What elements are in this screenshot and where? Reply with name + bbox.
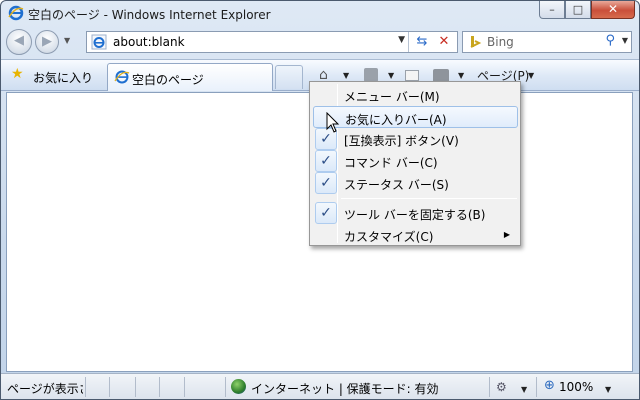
- address-bar[interactable]: about:blank ▼ ⇆ ✕: [86, 31, 458, 53]
- new-tab-button[interactable]: [275, 65, 303, 89]
- search-input[interactable]: Bing: [487, 35, 514, 49]
- menu-item-compat-view-button[interactable]: ✓ [互換表示] ボタン(V): [313, 128, 518, 150]
- refresh-button[interactable]: ⇆: [412, 33, 432, 51]
- maximize-button[interactable]: □: [565, 1, 591, 19]
- back-arrow-icon: ◀: [14, 33, 24, 48]
- zoom-level[interactable]: 100%: [559, 380, 593, 394]
- menu-item-lock-toolbars[interactable]: ✓ ツール バーを固定する(B): [313, 202, 518, 224]
- caption-buttons: – □ ✕: [539, 1, 635, 19]
- search-options-dropdown-icon[interactable]: ▼: [622, 36, 628, 45]
- forward-arrow-icon: ▶: [42, 34, 52, 49]
- mail-icon[interactable]: [405, 70, 419, 81]
- favorites-label: お気に入り: [33, 71, 94, 85]
- search-box[interactable]: Bing ⚲ ▼: [462, 31, 632, 53]
- internet-globe-icon: [231, 379, 246, 394]
- checkmark-icon: ✓: [315, 202, 337, 224]
- zoom-dropdown-icon[interactable]: ▼: [605, 385, 611, 394]
- close-button[interactable]: ✕: [591, 1, 635, 19]
- menu-separator: [341, 198, 517, 199]
- forward-button[interactable]: ▶: [35, 30, 59, 54]
- menu-item-menu-bar[interactable]: メニュー バー(M): [313, 84, 518, 106]
- maximize-icon: □: [572, 3, 584, 16]
- menu-item-label: ツール バーを固定する(B): [344, 208, 486, 222]
- status-separator: [489, 377, 490, 397]
- zoom-icon[interactable]: ⊕: [544, 378, 555, 393]
- bing-icon: [468, 35, 482, 49]
- status-separator: [135, 377, 136, 397]
- submenu-arrow-icon: ▶: [503, 230, 510, 239]
- minimize-icon: –: [549, 3, 555, 16]
- page-ie-icon: [91, 34, 107, 50]
- status-separator: [109, 377, 110, 397]
- status-separator: [184, 377, 185, 397]
- status-separator: [85, 377, 86, 397]
- stop-button[interactable]: ✕: [434, 33, 454, 51]
- navigation-bar: ◀ ▶ ▼ about:blank ▼ ⇆ ✕ Bing ⚲ ▼: [1, 27, 639, 57]
- security-zone-text[interactable]: インターネット | 保護モード: 有効: [251, 380, 439, 397]
- checkmark-icon: ✓: [315, 150, 337, 172]
- search-icon[interactable]: ⚲: [605, 33, 615, 48]
- status-bar: ページが表示さ インターネット | 保護モード: 有効 ⚙ ▼ ⊕ 100% ▼: [1, 373, 639, 399]
- close-icon: ✕: [607, 2, 619, 16]
- print-dropdown-icon[interactable]: ▼: [458, 71, 464, 80]
- mouse-cursor-icon: [326, 112, 340, 133]
- popup-settings-icon[interactable]: ⚙: [496, 380, 507, 394]
- minimize-button[interactable]: –: [539, 1, 565, 19]
- favorites-button[interactable]: ★ お気に入り: [9, 65, 93, 87]
- menu-item-label: お気に入りバー(A): [345, 113, 447, 127]
- favorites-star-icon: ★: [11, 66, 24, 82]
- tab-blank-page[interactable]: 空白のページ: [107, 63, 273, 91]
- feeds-icon[interactable]: [364, 68, 378, 82]
- menu-item-label: ステータス バー(S): [344, 178, 449, 192]
- address-dropdown-icon[interactable]: ▼: [398, 35, 405, 45]
- title-bar: 空白のページ - Windows Internet Explorer – □ ✕: [1, 1, 639, 27]
- menu-item-status-bar[interactable]: ✓ ステータス バー(S): [313, 172, 518, 194]
- popup-settings-dropdown-icon[interactable]: ▼: [521, 385, 527, 394]
- back-button[interactable]: ◀: [6, 29, 32, 55]
- menu-item-customize[interactable]: カスタマイズ(C) ▶: [313, 224, 518, 246]
- status-separator: [159, 377, 160, 397]
- status-separator: [536, 377, 537, 397]
- recent-pages-dropdown-icon[interactable]: ▼: [64, 36, 70, 45]
- checkmark-icon: ✓: [315, 172, 337, 194]
- page-dropdown-icon[interactable]: ▼: [528, 71, 534, 80]
- tab-label: 空白のページ: [132, 73, 204, 87]
- menu-item-label: [互換表示] ボタン(V): [344, 134, 459, 148]
- toolbars-menu: メニュー バー(M) お気に入りバー(A) ✓ [互換表示] ボタン(V) ✓ …: [309, 81, 521, 246]
- home-dropdown-icon[interactable]: ▼: [343, 71, 349, 80]
- ie-logo-icon: [8, 5, 24, 21]
- feeds-dropdown-icon[interactable]: ▼: [388, 71, 394, 80]
- menu-item-command-bar[interactable]: ✓ コマンド バー(C): [313, 150, 518, 172]
- status-text: ページが表示さ: [7, 382, 83, 396]
- status-separator: [225, 377, 226, 397]
- window-title: 空白のページ - Windows Internet Explorer: [28, 8, 271, 22]
- address-separator: [408, 32, 409, 52]
- menu-item-favorites-bar[interactable]: お気に入りバー(A): [313, 106, 518, 128]
- menu-item-label: カスタマイズ(C): [344, 230, 434, 244]
- menu-item-label: コマンド バー(C): [344, 156, 438, 170]
- address-input[interactable]: about:blank: [113, 35, 185, 49]
- menu-item-label: メニュー バー(M): [344, 90, 440, 104]
- page-ie-icon: [114, 70, 130, 84]
